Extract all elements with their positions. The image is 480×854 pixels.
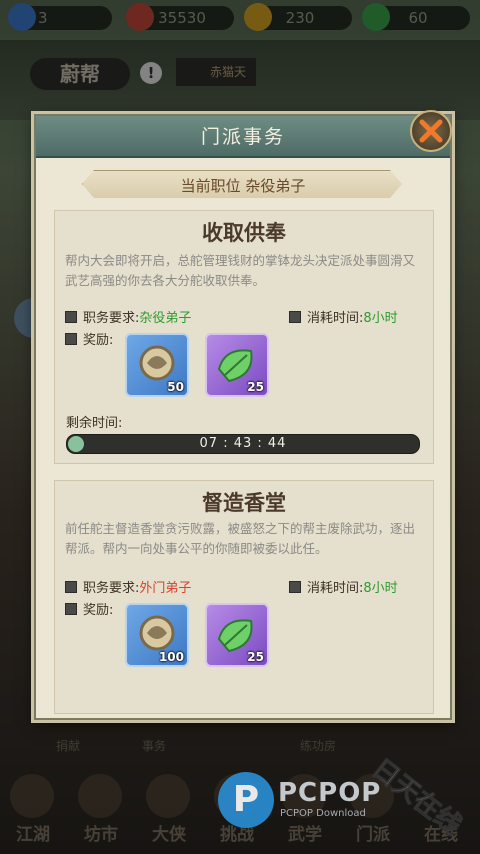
checkbox-icon [65,333,77,345]
dialog-title: 门派事务 [200,126,285,148]
task-card-supervise-hall: 督造香堂 前任舵主督造香堂贪污败露，被盛怒之下的帮主废除武功，逐出帮派。帮内一向… [54,480,434,714]
requirement-value: 杂役弟子 [139,311,192,326]
checkbox-icon [289,311,301,323]
remaining-progress-bar: 07 : 43 : 44 [66,434,420,454]
task-title: 收取供奉 [202,221,286,245]
requirement: 职务要求:杂役弟子 [83,307,191,326]
time-cost-value: 8小时 [363,311,398,326]
checkbox-icon [65,581,77,593]
requirement-value: 外门弟子 [139,581,192,596]
close-icon [419,119,443,143]
current-position-bar: 当前职位 杂役弟子 [82,170,402,198]
reward-count: 25 [247,650,264,664]
reward-item-amulet[interactable]: 50 [125,333,189,397]
task-description: 帮内大会即将开启，总舵管理钱财的掌钵龙头决定派处事圆滑又武艺高强的你去各大分舵收… [65,253,416,288]
reward-count: 25 [247,380,264,394]
time-cost-value: 8小时 [363,581,398,596]
task-title: 督造香堂 [202,491,286,515]
task-description: 前任舵主督造香堂贪污败露，被盛怒之下的帮主废除武功，逐出帮派。帮内一向处事公平的… [65,521,416,556]
remaining-time-value: 07 : 43 : 44 [199,436,287,451]
reward-item-amulet[interactable]: 100 [125,603,189,667]
reward-item-leaf[interactable]: 25 [205,603,269,667]
watermark-subtext: PCPOP Download [280,808,366,819]
reward-count: 50 [167,380,184,394]
reward-item-leaf[interactable]: 25 [205,333,269,397]
requirement-label: 职务要求: [83,311,140,326]
reward-label: 奖励: [83,333,114,348]
sect-affairs-dialog: 门派事务 当前职位 杂役弟子 收取供奉 帮内大会即将开启，总舵管理钱财的掌钵龙头… [34,110,452,720]
close-button[interactable] [410,110,452,152]
time-cost-label: 消耗时间: [307,581,364,596]
reward-count: 100 [158,650,184,664]
requirement: 职务要求:外门弟子 [83,577,191,596]
current-position-text: 当前职位 杂役弟子 [180,177,306,195]
watermark-text: PCPOP [278,778,382,808]
checkbox-icon [65,603,77,615]
reward-label: 奖励: [83,603,114,618]
time-cost: 消耗时间:8小时 [307,577,398,596]
requirement-label: 职务要求: [83,581,140,596]
remaining-time-label: 剩余时间: [66,416,123,431]
time-cost: 消耗时间:8小时 [307,307,398,326]
checkbox-icon [65,311,77,323]
dialog-header: 门派事务 [36,116,450,158]
time-cost-label: 消耗时间: [307,311,364,326]
checkbox-icon [289,581,301,593]
pcpop-logo-icon: P [218,772,274,828]
